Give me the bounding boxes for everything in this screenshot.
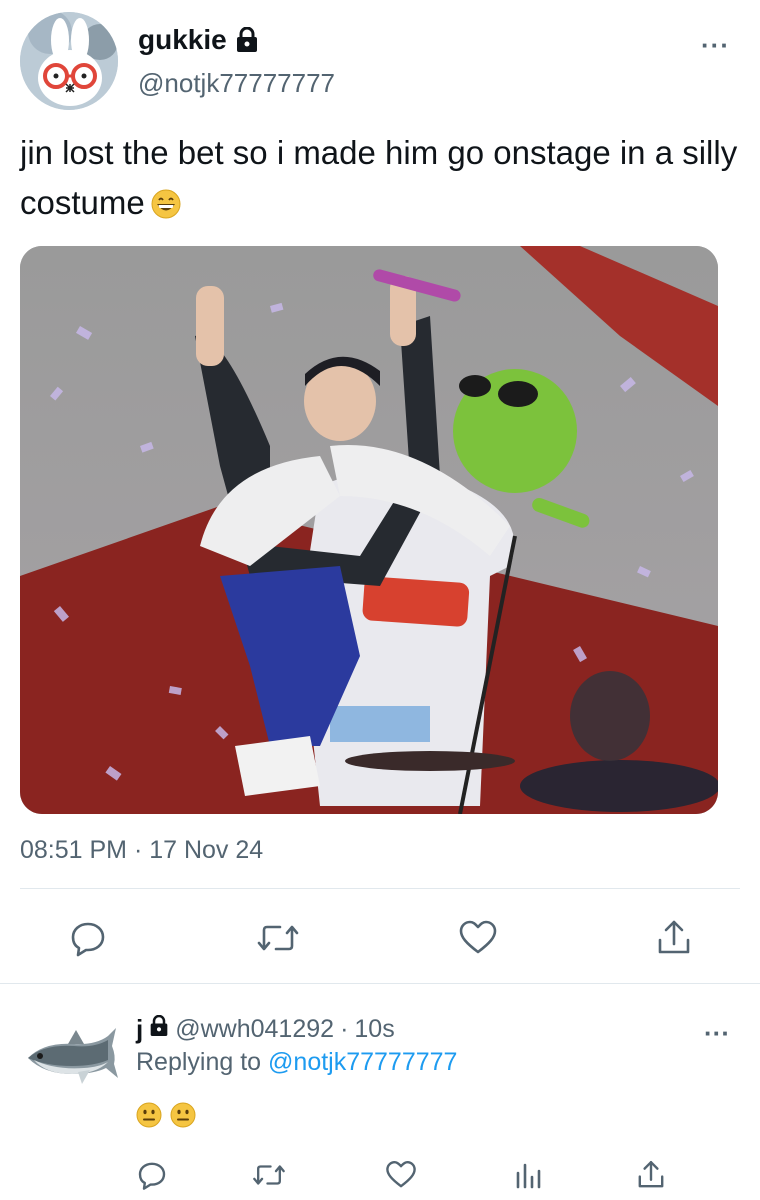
retweet-icon[interactable] xyxy=(252,1158,286,1192)
share-icon[interactable] xyxy=(634,1158,668,1192)
neutral-face-icon xyxy=(136,1102,162,1128)
share-icon[interactable] xyxy=(652,916,696,960)
tweet-action-bar xyxy=(0,916,760,960)
reply-icon[interactable] xyxy=(135,1158,169,1192)
reply-author-handle[interactable]: @wwh041292 xyxy=(175,1015,334,1044)
retweet-icon[interactable] xyxy=(256,916,300,960)
author-display-name[interactable]: gukkie xyxy=(138,24,227,56)
reply-more-options-button[interactable]: ··· xyxy=(704,1018,730,1049)
divider xyxy=(20,888,740,889)
divider xyxy=(0,983,760,984)
reply-icon[interactable] xyxy=(66,916,110,960)
reply-action-bar xyxy=(0,1158,760,1192)
tweet-text: jin lost the bet so i made him go onstag… xyxy=(20,134,738,221)
separator: · xyxy=(340,1015,349,1043)
bunny-avatar-icon[interactable] xyxy=(20,12,118,110)
grinning-face-icon xyxy=(151,183,181,219)
reply-header: j @wwh041292 · 10s xyxy=(136,1014,395,1045)
reply-body xyxy=(136,1102,196,1128)
replying-to-mention[interactable]: @notjk77777777 xyxy=(268,1048,457,1076)
author-name-row: gukkie xyxy=(138,24,259,56)
reply-time[interactable]: 10s xyxy=(354,1015,394,1044)
lock-icon xyxy=(149,1014,169,1044)
reply-author-name[interactable]: j xyxy=(136,1014,143,1045)
neutral-face-icon xyxy=(170,1102,196,1128)
tweet-body: jin lost the bet so i made him go onstag… xyxy=(20,128,750,228)
replying-to-line: Replying to @notjk77777777 xyxy=(136,1048,457,1077)
views-icon[interactable] xyxy=(511,1158,545,1192)
fish-avatar-icon[interactable] xyxy=(24,1018,120,1092)
author-handle[interactable]: @notjk77777777 xyxy=(138,68,335,99)
replying-to-prefix: Replying to xyxy=(136,1048,262,1076)
tweet-media-photo[interactable] xyxy=(20,246,718,814)
more-options-button[interactable]: ··· xyxy=(701,30,730,61)
tweet-timestamp[interactable]: 08:51 PM · 17 Nov 24 xyxy=(20,836,263,865)
heart-icon[interactable] xyxy=(456,916,500,960)
heart-icon[interactable] xyxy=(384,1158,418,1192)
lock-icon xyxy=(235,26,259,53)
